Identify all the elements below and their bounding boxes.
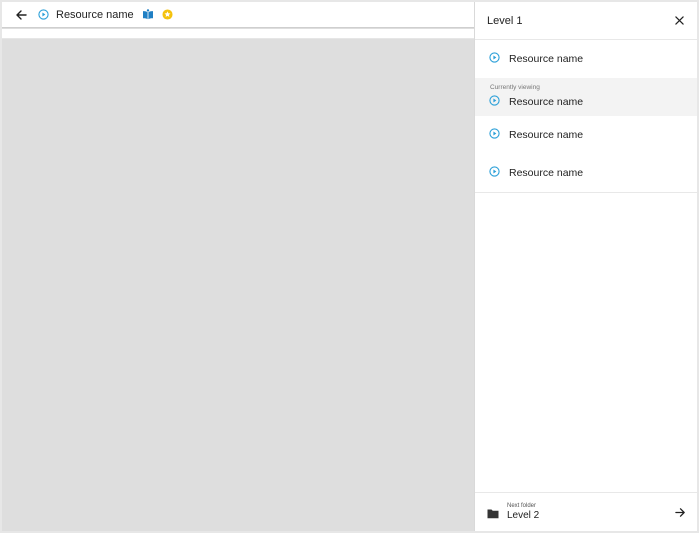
list-item-label: Resource name [509,95,584,108]
resource-title-group: Resource name [38,9,173,21]
play-circle-icon [489,126,500,144]
list-item[interactable]: Resource name [475,116,697,154]
side-panel: Level 1 Resource name Currently viewing … [474,2,697,531]
play-circle-icon [489,50,500,68]
list-item[interactable]: Resource name [475,154,697,192]
next-folder-button[interactable]: Next folder Level 2 [475,492,697,531]
arrow-left-icon [16,9,27,20]
panel-title: Level 1 [487,14,523,27]
list-item[interactable]: Resource name [475,40,697,78]
list-item-current[interactable]: Currently viewing Resource name [475,78,697,116]
next-folder-label: Level 2 [507,510,540,521]
folder-icon [487,506,499,519]
back-button[interactable] [12,6,30,24]
list-item-label: Resource name [509,129,584,141]
app-frame: Resource name Level 1 Resource name Curr… [2,2,697,531]
next-folder-caption: Next folder [507,503,537,509]
play-circle-icon [489,93,500,111]
close-icon [674,16,684,25]
top-bar: Resource name [2,2,474,28]
list-item-label: Resource name [509,53,584,65]
page-title: Resource name [56,8,134,21]
resource-list: Resource name Currently viewing Resource… [475,40,697,193]
current-caption: Currently viewing [490,83,540,91]
star-badge-icon[interactable] [162,9,173,20]
toolbar-strip [2,29,474,39]
next-folder-text: Next folder Level 2 [507,503,673,521]
play-circle-icon [38,9,49,20]
play-circle-icon [489,164,500,182]
book-icon[interactable] [142,9,154,20]
close-button[interactable] [671,13,687,29]
panel-header: Level 1 [475,2,697,40]
list-item-label: Resource name [509,167,584,179]
arrow-right-icon [673,505,687,519]
